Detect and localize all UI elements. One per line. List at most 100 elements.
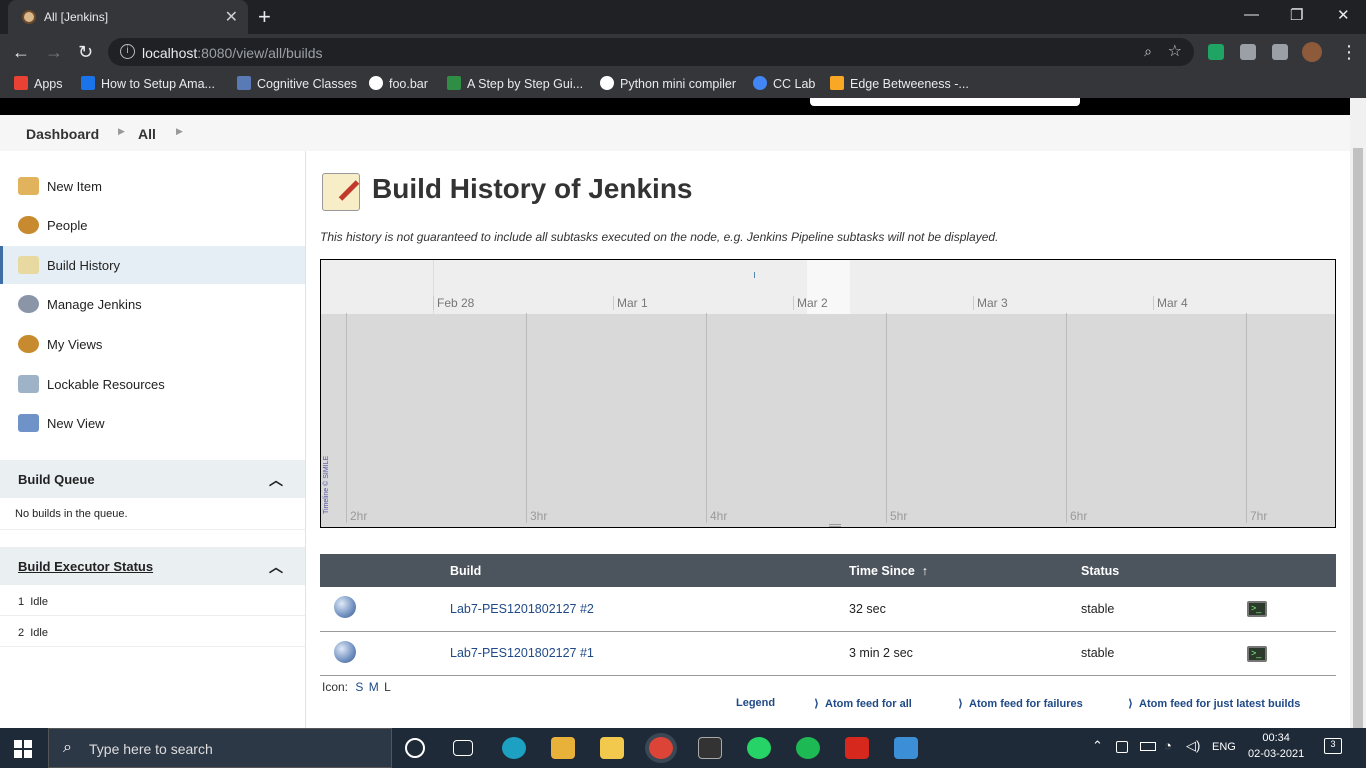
google-icon — [753, 76, 767, 90]
icon-size-medium[interactable]: M — [369, 680, 379, 694]
header-build[interactable]: Build — [450, 554, 849, 587]
battery-icon[interactable] — [1140, 742, 1156, 751]
collapse-chevron-icon[interactable]: ︿ — [269, 557, 283, 577]
executor-status-link[interactable]: Build Executor Status — [18, 559, 153, 574]
bookmark-cognitive-classes[interactable]: Cognitive Classes — [237, 76, 357, 91]
bookmark-apps[interactable]: Apps — [14, 76, 63, 91]
blue-ball-status-icon[interactable] — [334, 596, 356, 619]
zoom-icon[interactable]: ⌕ — [1144, 43, 1152, 60]
extensions-icon[interactable] — [1240, 44, 1256, 60]
breadcrumb-chevron-icon[interactable]: ▶ — [176, 126, 183, 137]
build-queue-header: Build Queue ︿ — [0, 460, 305, 498]
drive-extension-icon[interactable] — [1208, 44, 1224, 60]
collapse-chevron-icon[interactable]: ︿ — [269, 470, 283, 490]
bookmark-python-compiler[interactable]: Python mini compiler — [600, 76, 736, 91]
jenkins-search-box[interactable] — [810, 98, 1080, 106]
jenkins-header — [0, 98, 1350, 115]
build-timeline[interactable]: Feb 28 Mar 1 Mar 2 Mar 3 Mar 4 2hr 3hr 4… — [320, 259, 1336, 528]
task-lockable-resources[interactable]: Lockable Resources — [0, 365, 305, 403]
console-output-icon[interactable]: >_ — [1247, 645, 1267, 662]
bookmark-step-by-step[interactable]: A Step by Step Gui... — [447, 76, 583, 91]
bookmark-aws[interactable]: How to Setup Ama... — [81, 76, 215, 91]
bookmark-star-icon[interactable]: ☆ — [1168, 41, 1182, 61]
volume-icon[interactable]: ◁) — [1186, 738, 1200, 754]
store-icon[interactable] — [551, 737, 575, 759]
task-people[interactable]: People — [0, 206, 305, 244]
scrollbar-thumb[interactable] — [1353, 148, 1363, 738]
site-icon — [830, 76, 844, 90]
close-window-icon[interactable]: ✕ — [1337, 6, 1350, 24]
timeline-day-band[interactable]: Feb 28 Mar 1 Mar 2 Mar 3 Mar 4 — [321, 260, 1335, 314]
site-info-icon[interactable]: i — [120, 44, 135, 59]
forward-icon[interactable]: → — [45, 42, 63, 63]
jenkins-favicon-icon — [22, 10, 36, 24]
url-text[interactable]: localhost:8080/view/all/builds — [142, 45, 323, 61]
timeline-resize-handle[interactable] — [829, 524, 841, 527]
restore-icon[interactable]: ❐ — [1290, 6, 1303, 24]
notification-center-icon[interactable]: 3 — [1324, 738, 1342, 754]
acrobat-icon[interactable] — [845, 737, 869, 759]
status-cell — [320, 631, 450, 676]
terminal-icon[interactable] — [698, 737, 722, 759]
task-label: Manage Jenkins — [47, 297, 142, 312]
breadcrumb-all[interactable]: All — [138, 126, 156, 142]
feed-failures-link[interactable]: ⟩ Atom feed for failures — [958, 697, 1083, 710]
sort-arrow-icon[interactable]: ↑ — [922, 564, 928, 578]
wifi-icon[interactable]: ◔ — [1164, 738, 1172, 753]
icon-size-small[interactable]: S — [355, 680, 363, 694]
task-my-views[interactable]: My Views — [0, 325, 305, 363]
cortana-icon[interactable] — [405, 738, 425, 758]
breadcrumb-chevron-icon[interactable]: ▶ — [118, 126, 125, 137]
file-explorer-icon[interactable] — [600, 737, 624, 759]
task-label: People — [47, 218, 88, 233]
whatsapp-icon[interactable] — [747, 737, 771, 759]
blue-ball-status-icon[interactable] — [334, 640, 356, 663]
console-output-icon[interactable]: >_ — [1247, 601, 1267, 618]
header-time-since[interactable]: Time Since ↑ — [849, 554, 1081, 587]
bookmark-edge-betweeness[interactable]: Edge Betweeness -... — [830, 76, 969, 91]
language-indicator[interactable]: ENG — [1212, 741, 1236, 753]
tray-chevron-icon[interactable]: ⌃ — [1092, 738, 1103, 754]
task-new-item[interactable]: New Item — [0, 167, 305, 205]
task-view-icon[interactable] — [453, 740, 473, 756]
executor-row: 1 Idle — [0, 585, 305, 616]
task-new-view[interactable]: New View — [0, 404, 305, 442]
reload-icon[interactable]: ↻ — [78, 42, 93, 63]
chrome-icon[interactable] — [649, 737, 673, 759]
timeline-event-marker[interactable] — [754, 272, 755, 278]
breadcrumb-dashboard[interactable]: Dashboard — [26, 126, 99, 142]
timeline-hour-label: 3hr — [526, 313, 547, 523]
menu-icon[interactable]: ⋮ — [1340, 42, 1358, 63]
feed-latest-link[interactable]: ⟩ Atom feed for just latest builds — [1128, 697, 1300, 710]
feed-all-link[interactable]: ⟩ Atom feed for all — [814, 697, 912, 710]
browser-tab-strip: All [Jenkins] ✕ + — ❐ ✕ — [0, 0, 1366, 34]
build-link[interactable]: Lab7-PES1201802127 #2 — [450, 602, 594, 616]
close-tab-icon[interactable]: ✕ — [225, 7, 238, 27]
build-link[interactable]: Lab7-PES1201802127 #1 — [450, 646, 594, 660]
edge-browser-icon[interactable] — [502, 737, 526, 759]
legend-link[interactable]: Legend — [736, 697, 775, 709]
browser-tab[interactable]: All [Jenkins] ✕ — [8, 0, 248, 34]
time-cell: 3 min 2 sec — [849, 631, 1081, 676]
system-clock[interactable]: 00:34 02-03-2021 — [1248, 732, 1304, 760]
back-icon[interactable]: ← — [12, 42, 30, 63]
task-manage-jenkins[interactable]: Manage Jenkins — [0, 285, 305, 323]
profile-avatar[interactable] — [1302, 42, 1322, 62]
bookmark-foobar[interactable]: foo.bar — [369, 76, 428, 91]
spotify-icon[interactable] — [796, 737, 820, 759]
meet-now-icon[interactable] — [1116, 741, 1128, 753]
windows-start-icon[interactable] — [14, 740, 32, 758]
header-status[interactable]: Status — [1081, 554, 1241, 587]
photos-icon[interactable] — [894, 737, 918, 759]
media-control-icon[interactable] — [1272, 44, 1288, 60]
address-bar[interactable]: i localhost:8080/view/all/builds ⌕ ☆ — [108, 38, 1194, 66]
page-scrollbar[interactable] — [1350, 98, 1366, 738]
bookmark-cc-lab[interactable]: CC Lab — [753, 76, 815, 91]
icon-size-selector: Icon: S M L — [322, 680, 391, 694]
task-build-history[interactable]: Build History — [0, 246, 305, 284]
build-cell: Lab7-PES1201802127 #2 — [450, 587, 849, 632]
timeline-hour-band[interactable]: 2hr 3hr 4hr 5hr 6hr 7hr — [321, 313, 1335, 527]
new-tab-icon[interactable]: + — [258, 4, 271, 30]
taskbar-search[interactable]: ⌕ Type here to search — [48, 728, 392, 768]
minimize-icon[interactable]: — — [1244, 6, 1259, 23]
